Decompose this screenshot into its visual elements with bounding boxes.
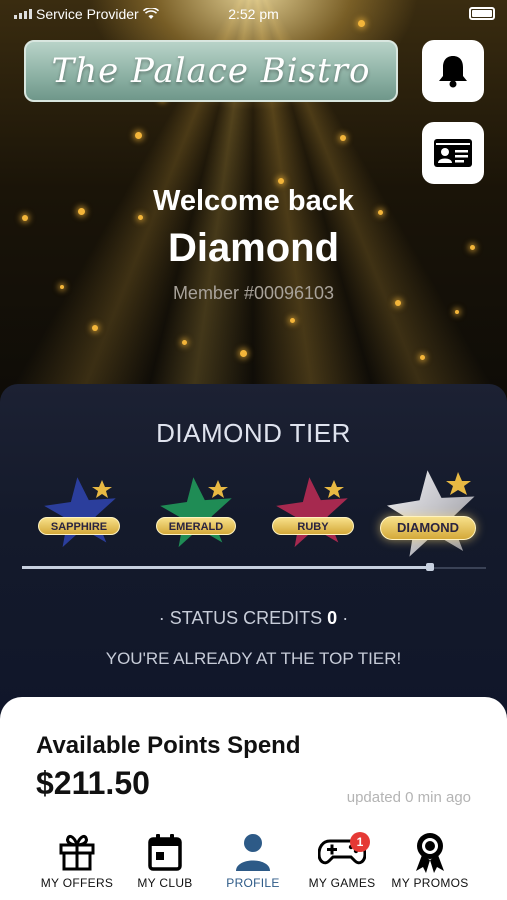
venue-logo: The Palace Bistro bbox=[24, 40, 398, 102]
tier-emerald-label: EMERALD bbox=[156, 517, 236, 535]
tier-progress-fill bbox=[22, 566, 431, 569]
emerald-star-icon bbox=[160, 477, 232, 548]
diamond-star-icon bbox=[386, 470, 475, 557]
points-label: Available Points Spend bbox=[36, 732, 301, 759]
nav-my-offers[interactable]: MY OFFERS bbox=[27, 830, 127, 890]
logo-text: The Palace Bistro bbox=[51, 51, 371, 91]
points-updated: updated 0 min ago bbox=[346, 789, 471, 806]
member-card-button[interactable] bbox=[422, 122, 484, 184]
notifications-button[interactable] bbox=[422, 40, 484, 102]
status-credits-suffix: · bbox=[342, 608, 349, 628]
nav-profile[interactable]: PROFILE bbox=[203, 830, 303, 890]
nav-label: PROFILE bbox=[226, 876, 280, 890]
nav-my-games[interactable]: 1 MY GAMES bbox=[292, 830, 392, 890]
nav-label: MY OFFERS bbox=[40, 876, 114, 890]
id-card-icon bbox=[434, 139, 472, 167]
nav-label: MY PROMOS bbox=[391, 876, 469, 890]
points-value: $211.50 bbox=[36, 765, 150, 801]
battery-icon bbox=[469, 7, 495, 20]
gift-icon bbox=[59, 834, 95, 871]
status-credits-label: · STATUS CREDITS bbox=[158, 608, 323, 628]
member-number: Member #00096103 bbox=[172, 283, 335, 303]
status-credits-value: 0 bbox=[327, 608, 338, 628]
tier-ruby-label: RUBY bbox=[272, 517, 354, 535]
member-name: Diamond bbox=[167, 226, 340, 270]
tier-message: YOU'RE ALREADY AT THE TOP TIER! bbox=[105, 649, 402, 668]
bell-icon bbox=[439, 56, 467, 88]
nav-my-club[interactable]: MY CLUB bbox=[115, 830, 215, 890]
sapphire-star-icon bbox=[44, 477, 116, 548]
tier-diamond-label: DIAMOND bbox=[380, 516, 476, 540]
nav-my-promos[interactable]: MY PROMOS bbox=[380, 830, 480, 890]
welcome-greeting: Welcome back bbox=[153, 185, 354, 217]
tier-sapphire-label: SAPPHIRE bbox=[38, 517, 120, 535]
person-icon bbox=[236, 834, 270, 871]
tier-title: DIAMOND TIER bbox=[156, 418, 351, 448]
status-credits: · STATUS CREDITS 0 · bbox=[0, 608, 507, 629]
tier-progress-knob bbox=[426, 563, 435, 571]
nav-label: MY CLUB bbox=[137, 876, 193, 890]
calendar-icon bbox=[148, 834, 182, 871]
ruby-star-icon bbox=[276, 477, 348, 548]
status-bar: Service Provider 2:52 pm bbox=[0, 0, 507, 28]
clock: 2:52 pm bbox=[228, 6, 279, 22]
games-notification-badge: 1 bbox=[350, 832, 370, 852]
award-icon bbox=[416, 833, 444, 873]
nav-label: MY GAMES bbox=[308, 876, 376, 890]
